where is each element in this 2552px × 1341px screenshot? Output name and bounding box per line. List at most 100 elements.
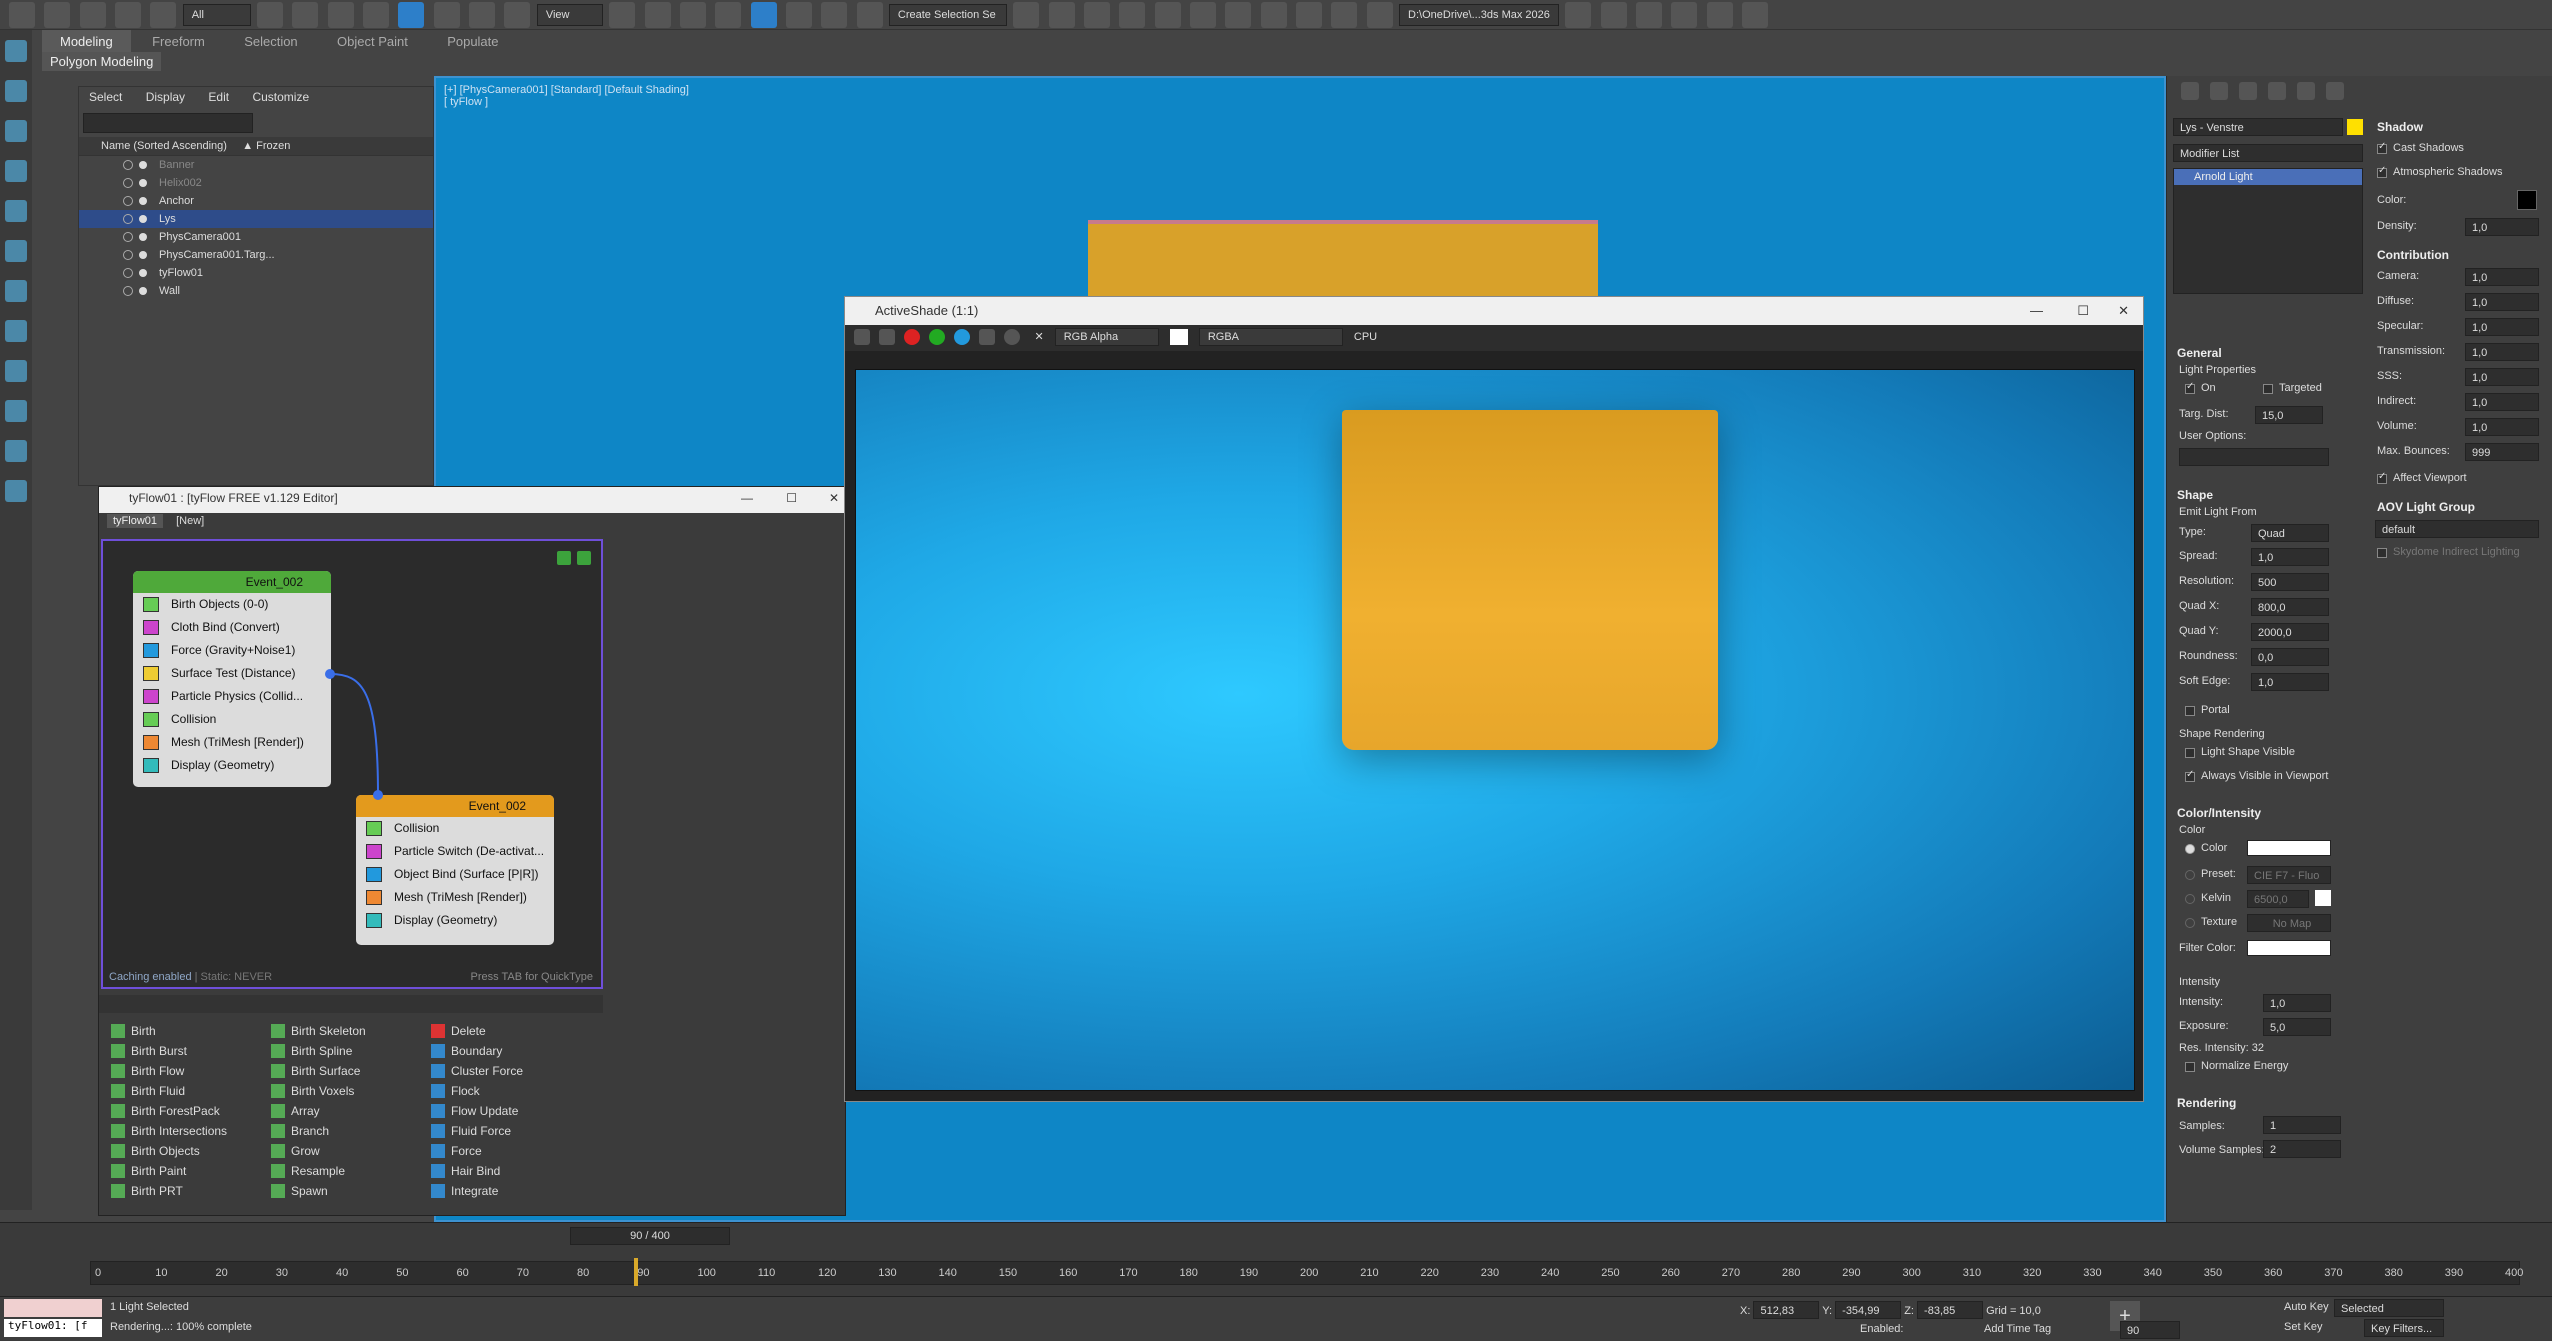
rect-selection-icon[interactable]: [327, 2, 354, 28]
light-color-swatch[interactable]: [2247, 840, 2331, 856]
tab-tyflow01[interactable]: tyFlow01: [107, 514, 164, 528]
layer-explorer-icon[interactable]: [1083, 2, 1110, 28]
color-intensity-rollout[interactable]: Color/Intensity: [2177, 806, 2261, 820]
color-radio[interactable]: [2185, 844, 2195, 854]
light-shape-visible-checkbox[interactable]: [2185, 748, 2195, 758]
utilities-tab-icon[interactable]: [2326, 82, 2345, 100]
menu-edit[interactable]: Edit: [198, 87, 239, 107]
alpha-channel-icon[interactable]: [979, 329, 996, 345]
density-field[interactable]: 1,0: [2465, 218, 2539, 236]
modify-tab-icon[interactable]: [2210, 82, 2229, 100]
auto-key-button[interactable]: Auto Key: [2284, 1301, 2329, 1313]
operator-palette-item[interactable]: Birth Flow: [107, 1061, 227, 1081]
particle-icon[interactable]: [5, 400, 27, 422]
tab-populate[interactable]: Populate: [429, 30, 516, 53]
exposure-field[interactable]: 5,0: [2263, 1018, 2331, 1036]
pivot-center-icon[interactable]: [609, 2, 636, 28]
shape-param-field[interactable]: 800,0: [2251, 598, 2329, 616]
ribbon-panel-polygon-modeling[interactable]: Polygon Modeling: [42, 52, 162, 71]
visibility-eye-icon[interactable]: [123, 160, 133, 170]
create-icon[interactable]: [5, 40, 27, 62]
tab-modeling[interactable]: Modeling: [42, 30, 131, 53]
activeshade-titlebar[interactable]: ActiveShade (1:1) — ☐ ✕: [845, 297, 2143, 325]
alembic-icon[interactable]: [5, 320, 27, 342]
save-icon[interactable]: [1671, 2, 1698, 28]
hierarchy-tab-icon[interactable]: [2239, 82, 2258, 100]
contribution-param-field[interactable]: 1,0: [2465, 343, 2539, 361]
operator-palette-item[interactable]: Fluid Force: [427, 1121, 523, 1141]
keyboard-shortcut-icon[interactable]: [679, 2, 706, 28]
close-icon[interactable]: ✕: [2118, 303, 2129, 319]
volume-icon[interactable]: [5, 360, 27, 382]
operator-palette-item[interactable]: Birth Spline: [267, 1041, 366, 1061]
rotate-icon[interactable]: [433, 2, 460, 28]
hierarchy-icon[interactable]: [5, 120, 27, 142]
operator-palette-item[interactable]: Birth Voxels: [267, 1081, 366, 1101]
scene-row[interactable]: Lys: [79, 210, 433, 228]
affect-viewport-checkbox[interactable]: [2377, 471, 2387, 484]
visibility-eye-icon[interactable]: [123, 232, 133, 242]
contribution-param-field[interactable]: 999: [2465, 443, 2539, 461]
column-name[interactable]: Name (Sorted Ascending): [101, 140, 227, 152]
current-frame-marker[interactable]: [634, 1258, 638, 1286]
atmospheric-shadows-checkbox[interactable]: [2377, 165, 2387, 178]
shadow-rollout[interactable]: Shadow: [2377, 120, 2423, 134]
operator-palette-item[interactable]: Birth: [107, 1021, 227, 1041]
mirror-icon[interactable]: [1013, 2, 1040, 28]
unlink-icon[interactable]: [115, 2, 142, 28]
curve-editor-icon[interactable]: [1154, 2, 1181, 28]
select-object-icon[interactable]: [257, 2, 284, 28]
motion-tab-icon[interactable]: [2268, 82, 2287, 100]
cloth-icon[interactable]: [5, 440, 27, 462]
texture-radio[interactable]: [2185, 918, 2195, 928]
scene-row[interactable]: Anchor: [79, 192, 433, 210]
shadow-color-swatch[interactable]: [2517, 190, 2537, 210]
visibility-eye-icon[interactable]: [123, 286, 133, 296]
always-visible-checkbox[interactable]: [2185, 769, 2195, 782]
mono-icon[interactable]: [1004, 329, 1021, 345]
tyflow-titlebar[interactable]: tyFlow01 : [tyFlow FREE v1.129 Editor] —…: [99, 487, 845, 513]
modify-icon[interactable]: [5, 80, 27, 102]
user-options-field[interactable]: [2179, 448, 2329, 466]
visibility-eye-icon[interactable]: [123, 196, 133, 206]
add-time-tag[interactable]: Add Time Tag: [1984, 1323, 2051, 1335]
rendering-rollout[interactable]: Rendering: [2177, 1096, 2236, 1110]
create-tab-icon[interactable]: [2181, 82, 2199, 100]
shape-type-select[interactable]: Quad: [2251, 524, 2329, 542]
display-mode-select[interactable]: RGBA: [1198, 328, 1343, 346]
redo-icon[interactable]: [44, 2, 71, 28]
clear-icon[interactable]: ✕: [1034, 331, 1043, 343]
operator-palette-item[interactable]: Integrate: [427, 1181, 523, 1201]
selection-filter-select[interactable]: All: [182, 4, 251, 26]
operator-palette-item[interactable]: Array: [267, 1101, 366, 1121]
x-coord-field[interactable]: 512,83: [1753, 1301, 1820, 1319]
operator-palette-item[interactable]: Birth Paint: [107, 1161, 227, 1181]
operator-palette-item[interactable]: Boundary: [427, 1041, 523, 1061]
channel-select[interactable]: RGB Alpha: [1054, 328, 1159, 346]
operator-palette-item[interactable]: Delete: [427, 1021, 523, 1041]
maxscript-mini-listener[interactable]: tyFlow01: [f: [4, 1319, 102, 1337]
snaps-toggle-icon[interactable]: [715, 2, 742, 28]
key-mode-select[interactable]: Selected: [2334, 1299, 2444, 1317]
angle-snap-icon[interactable]: [750, 2, 777, 28]
cast-shadows-checkbox[interactable]: [2377, 141, 2387, 154]
kelvin-radio[interactable]: [2185, 894, 2195, 904]
viewport-label-main[interactable]: [+] [PhysCamera001] [Standard] [Default …: [444, 84, 689, 96]
general-rollout[interactable]: General: [2177, 346, 2222, 360]
tab-new[interactable]: [New]: [166, 514, 214, 528]
menu-customize[interactable]: Customize: [242, 87, 319, 107]
blue-channel-icon[interactable]: [954, 329, 971, 345]
place-icon[interactable]: [504, 2, 531, 28]
window-crossing-icon[interactable]: [363, 2, 390, 28]
visibility-eye-icon[interactable]: [123, 250, 133, 260]
texture-map-button[interactable]: No Map: [2247, 914, 2331, 932]
shape-param-field[interactable]: 1,0: [2251, 673, 2329, 691]
utilities-icon[interactable]: [5, 240, 27, 262]
select-manipulate-icon[interactable]: [644, 2, 671, 28]
visibility-eye-icon[interactable]: [123, 178, 133, 188]
operator-palette-item[interactable]: Birth PRT: [107, 1181, 227, 1201]
link-icon[interactable]: [79, 2, 106, 28]
scene-row[interactable]: Wall: [79, 282, 433, 300]
aov-light-group-rollout[interactable]: AOV Light Group: [2377, 500, 2475, 514]
maximize-icon[interactable]: ☐: [786, 491, 797, 505]
